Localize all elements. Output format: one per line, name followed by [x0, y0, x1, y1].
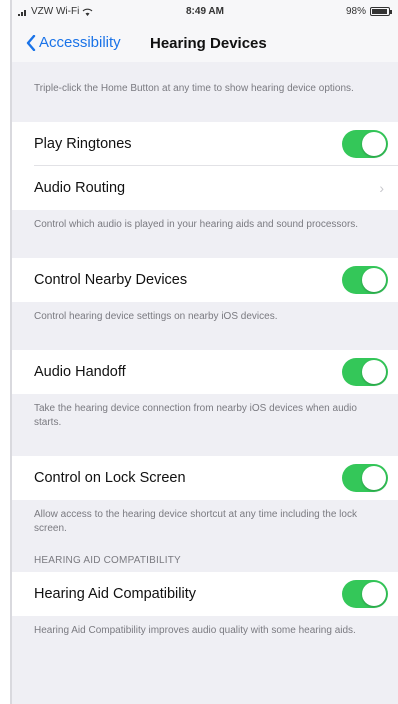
hac-footer: Hearing Aid Compatibility improves audio… [12, 616, 398, 650]
toggle-knob [362, 360, 386, 384]
section-gap [12, 442, 398, 456]
section-gap [12, 244, 398, 258]
row-control-nearby[interactable]: Control Nearby Devices [12, 258, 398, 302]
routing-group: Play Ringtones Audio Routing › [12, 122, 398, 210]
row-audio-routing[interactable]: Audio Routing › [12, 166, 398, 210]
section-gap [12, 108, 398, 122]
nearby-group: Control Nearby Devices [12, 258, 398, 302]
audio-routing-footer: Control which audio is played in your he… [12, 210, 398, 244]
lock-screen-toggle[interactable] [342, 464, 388, 492]
battery-percent: 98% [345, 6, 366, 17]
audio-handoff-footer: Take the hearing device connection from … [12, 394, 398, 442]
lock-screen-label: Control on Lock Screen [34, 470, 186, 486]
toggle-knob [362, 132, 386, 156]
play-ringtones-toggle[interactable] [342, 130, 388, 158]
section-gap [12, 336, 398, 350]
lock-screen-group: Control on Lock Screen [12, 456, 398, 500]
status-right: 98% [345, 6, 392, 17]
audio-handoff-label: Audio Handoff [34, 364, 126, 380]
back-button[interactable]: Accessibility [26, 34, 121, 51]
nav-bar: Accessibility Hearing Devices [12, 22, 398, 62]
battery-icon [370, 7, 392, 16]
hac-group: Hearing Aid Compatibility [12, 572, 398, 616]
chevron-left-icon [26, 34, 36, 51]
control-nearby-footer: Control hearing device settings on nearb… [12, 302, 398, 336]
clipped-device-link[interactable] [12, 62, 398, 74]
triple-click-footer: Triple-click the Home Button at any time… [12, 74, 398, 108]
toggle-knob [362, 466, 386, 490]
toggle-knob [362, 582, 386, 606]
row-play-ringtones[interactable]: Play Ringtones [12, 122, 398, 166]
control-nearby-label: Control Nearby Devices [34, 272, 188, 288]
page-title: Hearing Devices [150, 35, 267, 52]
hac-toggle[interactable] [342, 580, 388, 608]
phone-screen: VZW Wi-Fi 8:49 AM 98% Accessibility Hear… [10, 0, 398, 704]
play-ringtones-label: Play Ringtones [34, 136, 132, 152]
hac-section-header: HEARING AID COMPATIBILITY [12, 548, 398, 572]
chevron-right-icon: › [379, 180, 384, 196]
toggle-knob [362, 268, 386, 292]
settings-list[interactable]: Triple-click the Home Button at any time… [12, 62, 398, 650]
handoff-group: Audio Handoff [12, 350, 398, 394]
audio-handoff-toggle[interactable] [342, 358, 388, 386]
row-audio-handoff[interactable]: Audio Handoff [12, 350, 398, 394]
status-bar: VZW Wi-Fi 8:49 AM 98% [12, 0, 398, 22]
lock-screen-footer: Allow access to the hearing device short… [12, 500, 398, 548]
control-nearby-toggle[interactable] [342, 266, 388, 294]
row-hac[interactable]: Hearing Aid Compatibility [12, 572, 398, 616]
row-lock-screen[interactable]: Control on Lock Screen [12, 456, 398, 500]
status-time: 8:49 AM [186, 6, 224, 17]
hac-label: Hearing Aid Compatibility [34, 586, 196, 602]
audio-routing-label: Audio Routing [34, 180, 126, 196]
back-label: Accessibility [39, 34, 121, 51]
